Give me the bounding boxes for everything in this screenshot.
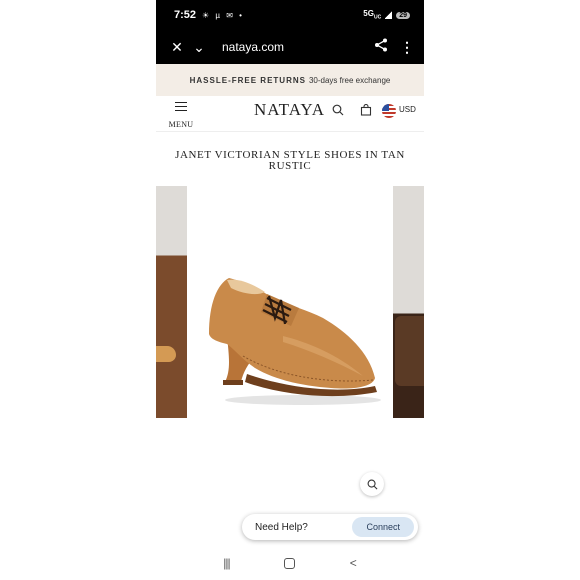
menu-button[interactable]: MENU (166, 102, 196, 132)
battery-indicator: 29 (396, 11, 410, 19)
connect-button[interactable]: Connect (352, 517, 414, 537)
back-icon[interactable]: < (350, 556, 357, 570)
site-header: MENU NATAYA USD (156, 96, 424, 132)
notification-icons: ☀ µ ✉ • (202, 10, 244, 20)
help-text: Need Help? (255, 521, 308, 533)
menu-label: MENU (168, 120, 194, 129)
close-icon[interactable]: ✕ (166, 39, 188, 56)
shoe-toe-partial (156, 346, 176, 362)
status-time: 7:52 (174, 9, 197, 21)
url-text[interactable]: nataya.com (222, 40, 284, 54)
shoe-illustration (209, 278, 381, 405)
share-icon[interactable] (374, 38, 388, 57)
status-right: 5GUC 29 (363, 9, 410, 21)
product-title: JANET VICTORIAN STYLE SHOES IN TAN RUSTI… (175, 149, 405, 172)
gallery-prev-image[interactable] (156, 186, 187, 418)
cart-icon[interactable] (360, 103, 372, 119)
help-widget: Need Help? Connect (242, 514, 418, 540)
promo-text: 30-days free exchange (308, 75, 391, 85)
chevron-down-icon[interactable]: ⌄ (188, 39, 210, 56)
zoom-icon (367, 478, 378, 490)
promo-banner: HASSLE-FREE RETURNS 30-days free exchang… (156, 64, 424, 96)
product-image[interactable] (187, 186, 393, 418)
signal-icon (385, 11, 393, 19)
site-logo[interactable]: NATAYA (254, 100, 325, 120)
phone-screen: 7:52 ☀ µ ✉ • 5GUC 29 ✕ ⌄ nataya.com ⋮ HA… (156, 0, 424, 580)
recent-apps-icon[interactable]: ||| (223, 556, 230, 570)
wood-display-partial (395, 316, 424, 386)
hamburger-icon (175, 102, 187, 111)
gallery-next-image[interactable] (393, 186, 424, 418)
zoom-button[interactable] (360, 472, 384, 496)
us-flag-icon[interactable] (382, 104, 396, 118)
network-type: 5GUC (363, 9, 382, 21)
status-bar: 7:52 ☀ µ ✉ • 5GUC 29 (156, 0, 424, 30)
promo-bold: HASSLE-FREE RETURNS (189, 75, 306, 85)
currency-selector[interactable]: USD (399, 105, 416, 114)
home-icon[interactable] (284, 557, 296, 569)
android-nav-bar: ||| < (156, 552, 424, 574)
search-icon[interactable] (332, 104, 344, 119)
browser-toolbar: ✕ ⌄ nataya.com ⋮ (156, 30, 424, 64)
more-vertical-icon[interactable]: ⋮ (400, 39, 414, 56)
